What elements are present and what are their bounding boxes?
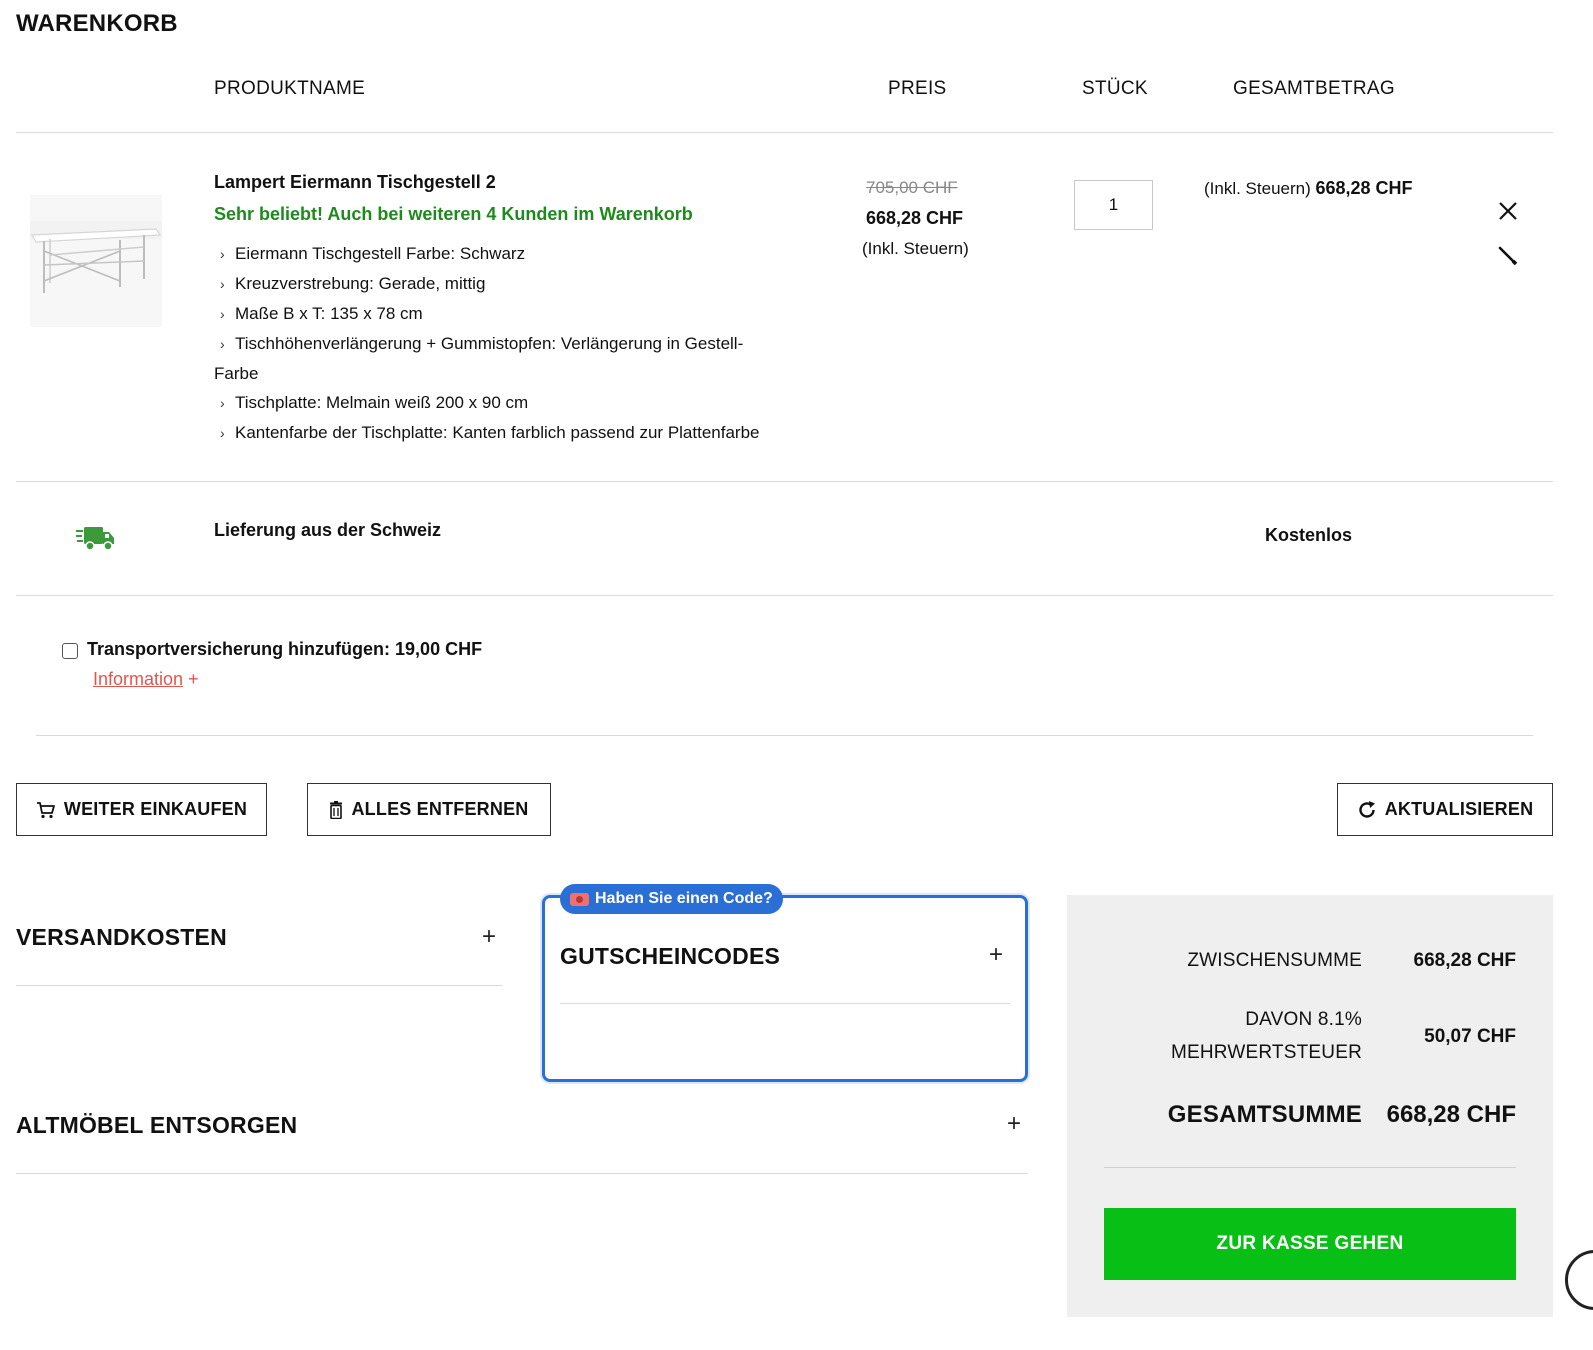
disposal-divider <box>16 1173 1028 1174</box>
vat-label-line2: MEHRWERTSTEUER <box>1170 1042 1362 1063</box>
remove-item-close-icon[interactable] <box>1495 198 1521 224</box>
subtotal-value: 668,28 CHF <box>1413 950 1516 971</box>
column-header-quantity: STÜCK <box>1082 78 1148 99</box>
disposal-expand-plus-icon[interactable]: + <box>1007 1110 1021 1138</box>
information-link[interactable]: Information + <box>93 669 199 690</box>
edit-item-pencil-icon[interactable] <box>1496 244 1520 268</box>
update-cart-button[interactable]: AKTUALISIEREN <box>1337 783 1553 836</box>
item-divider <box>16 481 1553 482</box>
line-total: (Inkl. Steuern) 668,28 CHF <box>1204 178 1413 199</box>
product-image[interactable] <box>30 195 162 327</box>
coupon-codes-title[interactable]: GUTSCHEINCODES <box>560 943 780 970</box>
column-header-price: PREIS <box>888 78 947 99</box>
ticket-icon <box>570 892 589 906</box>
grand-total-label: GESAMTSUMME <box>1167 1101 1362 1128</box>
checkout-button[interactable]: ZUR KASSE GEHEN <box>1104 1208 1516 1280</box>
trash-icon <box>330 800 343 819</box>
product-attribute: › Maße B x T: 135 x 78 cm <box>214 299 774 329</box>
insurance-label[interactable]: Transportversicherung hinzufügen: 19,00 … <box>87 639 482 660</box>
cart-icon <box>36 801 55 818</box>
chevron-right-icon: › <box>220 246 225 262</box>
line-total-amount: 668,28 CHF <box>1315 178 1413 198</box>
shipping-divider <box>16 985 502 986</box>
continue-shopping-button[interactable]: WEITER EINKAUFEN <box>16 783 267 836</box>
information-link-text[interactable]: Information <box>93 669 183 689</box>
popularity-note: Sehr beliebt! Auch bei weiteren 4 Kunden… <box>214 204 693 224</box>
remove-all-label: ALLES ENTFERNEN <box>351 799 529 819</box>
product-attribute: › Tischplatte: Melmain weiß 200 x 90 cm <box>214 388 774 418</box>
vat-value: 50,07 CHF <box>1424 1026 1516 1047</box>
column-header-total: GESAMTBETRAG <box>1233 78 1395 99</box>
coupon-panel <box>542 895 1028 1082</box>
chevron-right-icon: › <box>220 276 225 292</box>
product-attribute: › Kantenfarbe der Tischplatte: Kanten far… <box>214 418 774 448</box>
chevron-right-icon: › <box>220 395 225 411</box>
grand-total-value: 668,28 CHF <box>1386 1101 1516 1128</box>
continue-shopping-label: WEITER EINKAUFEN <box>63 799 248 819</box>
coupon-badge-text: Haben Sie einen Code? <box>595 890 773 907</box>
product-attribute: › Kreuzverstrebung: Gerade, mittig <box>214 269 774 299</box>
shipping-costs-title[interactable]: VERSANDKOSTEN <box>16 924 227 951</box>
line-total-tax-note: (Inkl. Steuern) <box>1204 179 1311 198</box>
furniture-disposal-title[interactable]: ALTMÖBEL ENTSORGEN <box>16 1112 297 1139</box>
refresh-icon <box>1359 800 1375 818</box>
column-header-product: PRODUKTNAME <box>214 78 366 99</box>
quantity-input[interactable] <box>1074 180 1153 230</box>
unit-price: 668,28 CHF <box>866 208 964 228</box>
chat-widget-button[interactable] <box>1565 1250 1593 1310</box>
information-plus[interactable]: + <box>188 669 199 689</box>
truck-icon <box>76 522 116 554</box>
coupon-divider <box>560 1003 1010 1004</box>
delivery-label: Lieferung aus der Schweiz <box>214 520 442 540</box>
shipping-expand-plus-icon[interactable]: + <box>482 923 496 951</box>
chevron-right-icon: › <box>220 306 225 322</box>
product-attribute-list: › Eiermann Tischgestell Farbe: Schwarz › K… <box>214 239 774 448</box>
subtotal-label: ZWISCHENSUMME <box>1187 950 1362 971</box>
delivery-cost: Kostenlos <box>1265 525 1353 545</box>
vat-label-line1: DAVON 8.1% <box>1245 1009 1362 1030</box>
header-divider <box>16 132 1553 133</box>
insurance-divider <box>36 735 1533 736</box>
insurance-checkbox[interactable] <box>62 643 78 659</box>
product-name[interactable]: Lampert Eiermann Tischgestell 2 <box>214 172 496 193</box>
summary-divider <box>1104 1167 1516 1168</box>
original-price: 705,00 CHF <box>866 178 958 197</box>
coupon-badge: Haben Sie einen Code? <box>560 884 783 914</box>
price-tax-note: (Inkl. Steuern) <box>862 239 969 258</box>
product-attribute: › Eiermann Tischgestell Farbe: Schwarz <box>214 239 774 269</box>
delivery-divider <box>16 595 1553 596</box>
coupon-expand-plus-icon[interactable]: + <box>989 941 1003 969</box>
remove-all-button[interactable]: ALLES ENTFERNEN <box>307 783 551 836</box>
page-title: WARENKORB <box>16 10 178 37</box>
chevron-right-icon: › <box>220 336 225 352</box>
chevron-right-icon: › <box>220 425 225 441</box>
product-attribute: › Tischhöhenverlängerung + Gummistopfen: … <box>214 329 774 388</box>
update-cart-label: AKTUALISIEREN <box>1384 799 1534 819</box>
